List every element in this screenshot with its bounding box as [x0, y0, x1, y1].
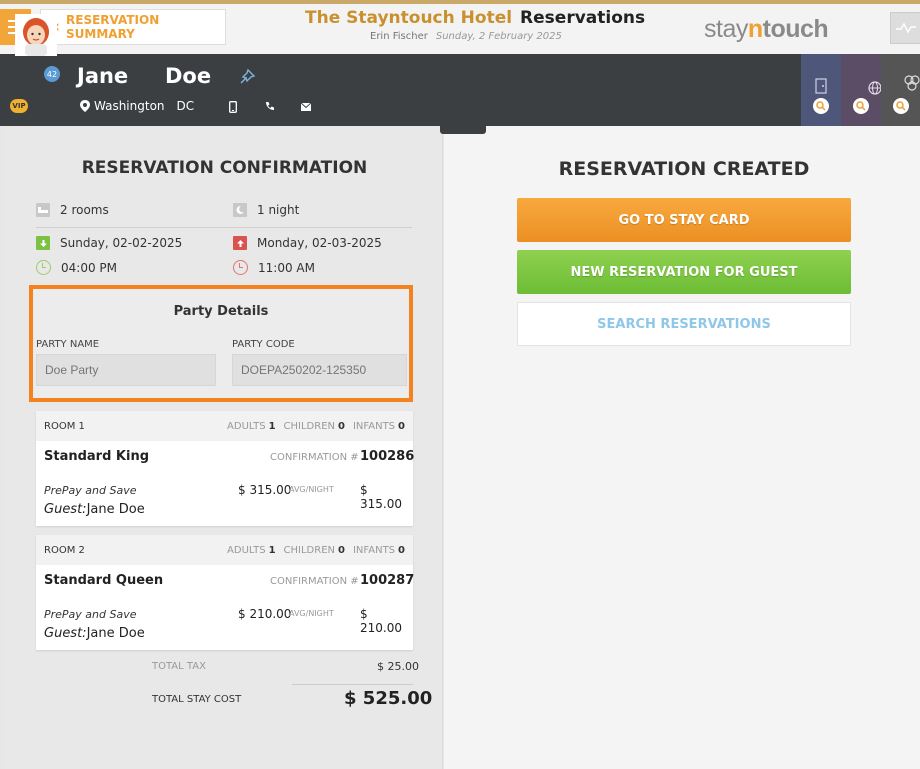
- magnify-icon: [856, 101, 866, 111]
- pin-icon[interactable]: [238, 68, 256, 86]
- reservation-count-badge: 42: [44, 66, 60, 82]
- guest-state: DC: [176, 99, 195, 113]
- group-icon: [904, 75, 920, 91]
- party-details-title: Party Details: [173, 304, 269, 319]
- arrow-down-icon: [36, 236, 50, 250]
- nights-count: 1 night: [233, 203, 299, 217]
- clock-icon: [36, 260, 51, 275]
- guest-first-name: Jane: [77, 64, 129, 88]
- room-header: ROOM 1 ADULTS 1 CHILDREN 0 INFANTS 0: [36, 411, 413, 441]
- phone-icon[interactable]: [265, 101, 275, 111]
- room-title: ROOM 1: [44, 421, 85, 432]
- mobile-icon[interactable]: [229, 101, 237, 113]
- activity-button[interactable]: [890, 12, 920, 44]
- email-icon[interactable]: [301, 103, 311, 111]
- guest-city: Washington: [94, 99, 165, 113]
- tile-web-zoom[interactable]: [853, 98, 869, 114]
- go-to-stay-card-button[interactable]: GO TO STAY CARD: [517, 198, 851, 242]
- room-card: ROOM 1 ADULTS 1 CHILDREN 0 INFANTS 0 Standard…: [36, 411, 415, 526]
- divider: [36, 227, 412, 228]
- rate-avg: $ 315.00: [238, 483, 292, 497]
- bed-icon: [36, 203, 50, 217]
- magnify-icon: [896, 101, 906, 111]
- confirmation-title: RESERVATION CONFIRMATION: [81, 158, 368, 178]
- rate-total: $ 210.00: [360, 607, 402, 635]
- room-card: ROOM 2 ADULTS 1 CHILDREN 0 INFANTS 0 Standard…: [36, 535, 415, 650]
- avg-night-label: AVG/NIGHT: [289, 485, 334, 494]
- party-code-label: PARTY CODE: [232, 339, 295, 350]
- party-code-input[interactable]: [232, 354, 407, 386]
- user-name: Erin Fischer: [370, 31, 428, 42]
- room-guest: Guest:Jane Doe: [44, 502, 145, 517]
- guest-location: Washington DC: [80, 99, 194, 113]
- tile-group[interactable]: [881, 54, 920, 126]
- tile-web[interactable]: [841, 54, 882, 126]
- total-stay-value: $ 525.00: [344, 688, 433, 709]
- magnify-icon: [816, 101, 826, 111]
- guest-bar: [0, 54, 920, 126]
- guest-last-name: Doe: [165, 64, 212, 88]
- rate-avg: $ 210.00: [238, 607, 292, 621]
- business-date: Sunday, 2 February 2025: [435, 31, 562, 42]
- back-label: RESERVATION SUMMARY: [66, 13, 160, 41]
- pulse-icon: [896, 22, 916, 34]
- party-name-input[interactable]: [36, 354, 216, 386]
- hotel-name: The Stayntouch Hotel: [305, 8, 513, 28]
- confirmation-label: CONFIRMATION #: [270, 576, 359, 587]
- tile-room[interactable]: [801, 54, 841, 126]
- divider: [292, 684, 413, 685]
- globe-icon: [868, 81, 882, 95]
- door-icon: [815, 78, 827, 94]
- arrival-time: 04:00 PM: [36, 260, 117, 275]
- user-info: Erin Fischer Sunday, 2 February 2025: [370, 31, 562, 42]
- rate-total: $ 315.00: [360, 483, 402, 511]
- room-type: Standard King: [44, 449, 150, 464]
- total-stay-label: TOTAL STAY COST: [152, 694, 242, 705]
- room-title: ROOM 2: [44, 545, 85, 556]
- guest-avatar[interactable]: [15, 14, 57, 56]
- occupancy: ADULTS 1 CHILDREN 0 INFANTS 0: [227, 421, 405, 432]
- party-name-label: PARTY NAME: [36, 339, 100, 350]
- avg-night-label: AVG/NIGHT: [289, 609, 334, 618]
- party-details-box: Party Details PARTY NAME PARTY CODE: [29, 285, 413, 402]
- total-tax-label: TOTAL TAX: [152, 661, 206, 672]
- rate-name: PrePay and Save: [44, 484, 137, 497]
- clock-icon: [233, 260, 248, 275]
- created-title: RESERVATION CREATED: [558, 158, 810, 180]
- stayntouch-logo: stayntouch: [704, 15, 829, 43]
- reservation-summary-back-button[interactable]: ‹‹ RESERVATION SUMMARY: [40, 9, 226, 45]
- total-tax-value: $ 25.00: [377, 660, 419, 673]
- occupancy: ADULTS 1 CHILDREN 0 INFANTS 0: [227, 545, 405, 556]
- vip-badge: VIP: [10, 99, 28, 113]
- arrow-up-icon: [233, 236, 247, 250]
- arrival-date: Sunday, 02-02-2025: [36, 236, 182, 250]
- new-reservation-button[interactable]: NEW RESERVATION FOR GUEST: [517, 250, 851, 294]
- room-guest: Guest:Jane Doe: [44, 626, 145, 641]
- confirmation-number: 100287: [360, 573, 415, 588]
- moon-icon: [233, 203, 247, 217]
- rate-name: PrePay and Save: [44, 608, 137, 621]
- rooms-count: 2 rooms: [36, 203, 109, 217]
- room-type: Standard Queen: [44, 573, 164, 588]
- confirmation-label: CONFIRMATION #: [270, 452, 359, 463]
- panel-tab-handle[interactable]: [440, 126, 486, 134]
- departure-time: 11:00 AM: [233, 260, 315, 275]
- tile-room-zoom[interactable]: [813, 98, 829, 114]
- page-name: Reservations: [520, 8, 646, 28]
- page-title: The Stayntouch Hotel Reservations: [305, 8, 645, 28]
- tile-group-zoom[interactable]: [893, 98, 909, 114]
- avatar-icon: [15, 14, 57, 56]
- location-pin-icon: [80, 100, 90, 112]
- room-header: ROOM 2 ADULTS 1 CHILDREN 0 INFANTS 0: [36, 535, 413, 565]
- confirmation-number: 100286: [360, 449, 415, 464]
- departure-date: Monday, 02-03-2025: [233, 236, 382, 250]
- search-reservations-button[interactable]: SEARCH RESERVATIONS: [517, 302, 851, 346]
